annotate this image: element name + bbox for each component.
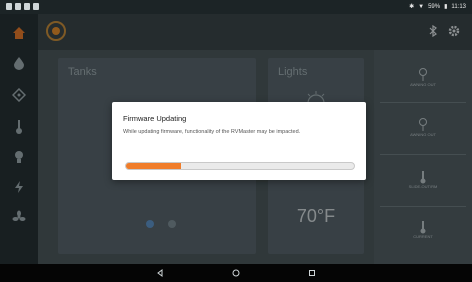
bluetooth-icon: ✱ bbox=[409, 4, 415, 10]
status-bar: ✱ ▼ 59% ▮ 11:13 bbox=[0, 0, 472, 14]
home-circle-icon bbox=[232, 269, 240, 277]
back-icon bbox=[157, 269, 163, 277]
dialog-message: While updating firmware, functionality o… bbox=[123, 129, 301, 135]
home-button[interactable] bbox=[230, 267, 242, 279]
wifi-icon: ▼ bbox=[418, 3, 425, 10]
notification-icon bbox=[24, 3, 30, 10]
notification-icon bbox=[15, 3, 21, 10]
notification-icon bbox=[6, 3, 12, 10]
system-nav-bar bbox=[0, 264, 472, 282]
battery-icon: ▮ bbox=[444, 4, 448, 10]
notification-icons bbox=[6, 3, 39, 10]
dialog-title: Firmware Updating bbox=[123, 114, 187, 123]
recents-icon bbox=[309, 270, 315, 276]
recents-button[interactable] bbox=[306, 267, 318, 279]
notification-icon bbox=[33, 3, 39, 10]
firmware-progress-bar bbox=[125, 162, 355, 170]
firmware-update-dialog: Firmware Updating While updating firmwar… bbox=[112, 102, 366, 180]
back-button[interactable] bbox=[154, 267, 166, 279]
progress-fill bbox=[126, 163, 181, 169]
clock: 11:13 bbox=[451, 3, 466, 10]
battery-level: 59% bbox=[428, 3, 441, 10]
